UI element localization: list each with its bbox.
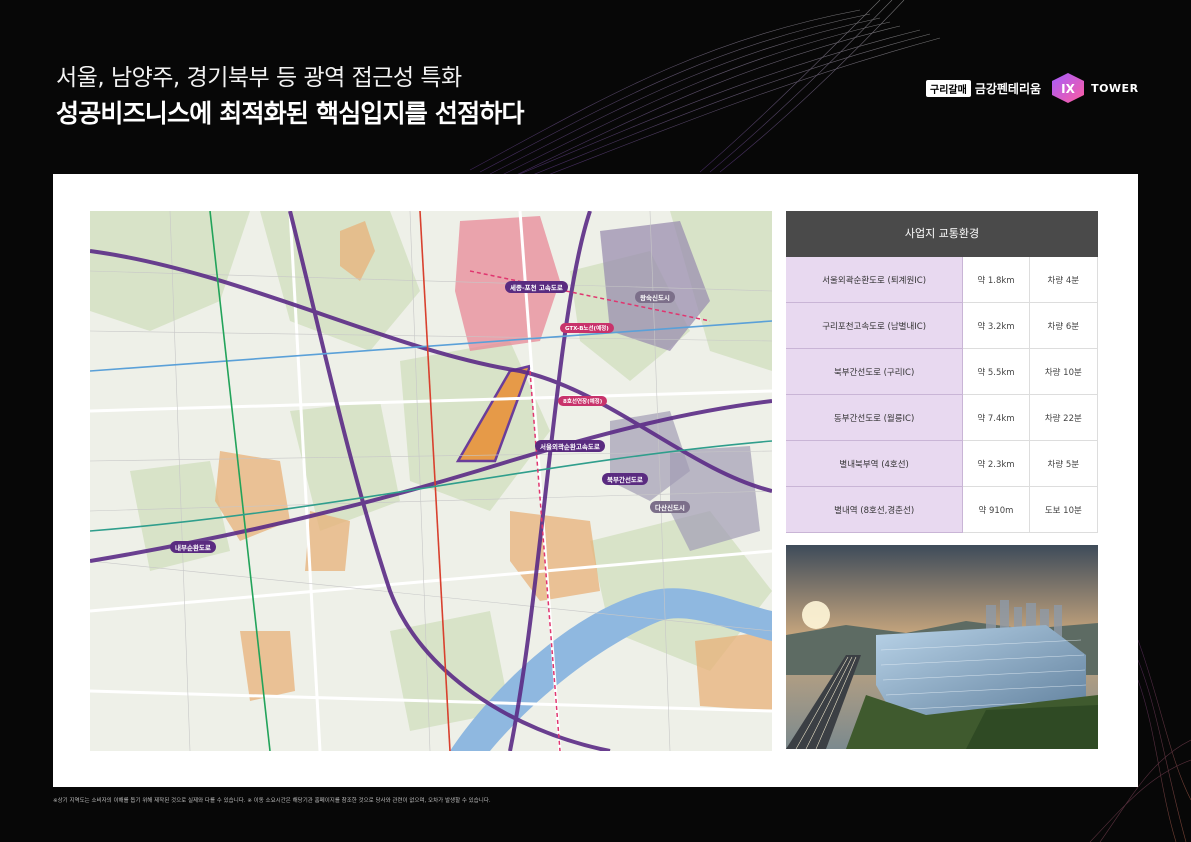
logo-text: IX bbox=[1061, 82, 1075, 96]
row-time: 차량 5분 bbox=[1029, 441, 1098, 487]
table-row: 서울외곽순환도로 (퇴계원IC) 약 1.8km 차량 4분 bbox=[786, 257, 1098, 303]
header-title: 성공비즈니스에 최적화된 핵심입지를 선점하다 bbox=[56, 99, 525, 128]
row-place: 동부간선도로 (월릉IC) bbox=[786, 395, 964, 441]
row-distance: 약 7.4km bbox=[963, 395, 1030, 441]
label-wangsuk: 왕숙신도시 bbox=[635, 291, 675, 303]
content-panel: 세종-포천 고속도로 서울외곽순환고속도로 북부간선도로 내부순환도로 GTX-… bbox=[53, 174, 1138, 787]
table-row: 북부간선도로 (구리IC) 약 5.5km 차량 10분 bbox=[786, 349, 1098, 395]
row-place: 별내역 (8호선,경춘선) bbox=[786, 487, 964, 533]
row-distance: 약 2.3km bbox=[963, 441, 1030, 487]
traffic-table-header: 사업지 교통환경 bbox=[786, 211, 1098, 257]
rendering-drawing bbox=[786, 545, 1098, 749]
table-row: 별내역 (8호선,경춘선) 약 910m 도보 10분 bbox=[786, 487, 1098, 533]
row-place: 구리포천고속도로 (남별내IC) bbox=[786, 303, 964, 349]
row-distance: 약 910m bbox=[963, 487, 1030, 533]
label-line8-extension: 8호선연장(예정) bbox=[558, 396, 608, 406]
label-naebu-expressway: 내부순환도로 bbox=[170, 541, 216, 553]
header-subtitle: 서울, 남양주, 경기북부 등 광역 접근성 특화 bbox=[56, 65, 462, 91]
row-distance: 약 3.2km bbox=[963, 303, 1030, 349]
row-distance: 약 5.5km bbox=[963, 349, 1030, 395]
label-seoul-outer-expressway: 서울외곽순환고속도로 bbox=[535, 440, 605, 452]
row-time: 차량 6분 bbox=[1029, 303, 1098, 349]
row-distance: 약 1.8km bbox=[963, 257, 1030, 303]
table-row: 동부간선도로 (월릉IC) 약 7.4km 차량 22분 bbox=[786, 395, 1098, 441]
row-place: 별내북부역 (4호선) bbox=[786, 441, 964, 487]
row-time: 차량 22분 bbox=[1029, 395, 1098, 441]
row-time: 도보 10분 bbox=[1029, 487, 1098, 533]
table-row: 별내북부역 (4호선) 약 2.3km 차량 5분 bbox=[786, 441, 1098, 487]
label-gtx-line: GTX-B노선(예정) bbox=[560, 323, 614, 333]
label-sejong-expressway: 세종-포천 고속도로 bbox=[505, 281, 568, 293]
brand-block: 구리갈매 금강펜테리움 IX TOWER bbox=[926, 73, 1139, 103]
location-map: 세종-포천 고속도로 서울외곽순환고속도로 북부간선도로 내부순환도로 GTX-… bbox=[90, 211, 772, 751]
brand-tag: 구리갈매 bbox=[926, 79, 971, 97]
row-time: 차량 10분 bbox=[1029, 349, 1098, 395]
label-bukbu-expressway: 북부간선도로 bbox=[602, 473, 648, 485]
footnote: ※상기 지역도는 소비자의 이해를 돕기 위해 제작된 것으로 실제와 다를 수… bbox=[53, 798, 491, 804]
brand-tower: TOWER bbox=[1091, 81, 1139, 95]
brand-name: 금강펜테리움 bbox=[974, 81, 1042, 96]
row-place: 서울외곽순환도로 (퇴계원IC) bbox=[786, 257, 964, 303]
table-row: 구리포천고속도로 (남별내IC) 약 3.2km 차량 6분 bbox=[786, 303, 1098, 349]
building-rendering bbox=[786, 545, 1098, 749]
label-dasan: 다산신도시 bbox=[650, 501, 690, 513]
row-place: 북부간선도로 (구리IC) bbox=[786, 349, 964, 395]
row-time: 차량 4분 bbox=[1029, 257, 1098, 303]
ix-logo-icon: IX bbox=[1052, 73, 1085, 103]
